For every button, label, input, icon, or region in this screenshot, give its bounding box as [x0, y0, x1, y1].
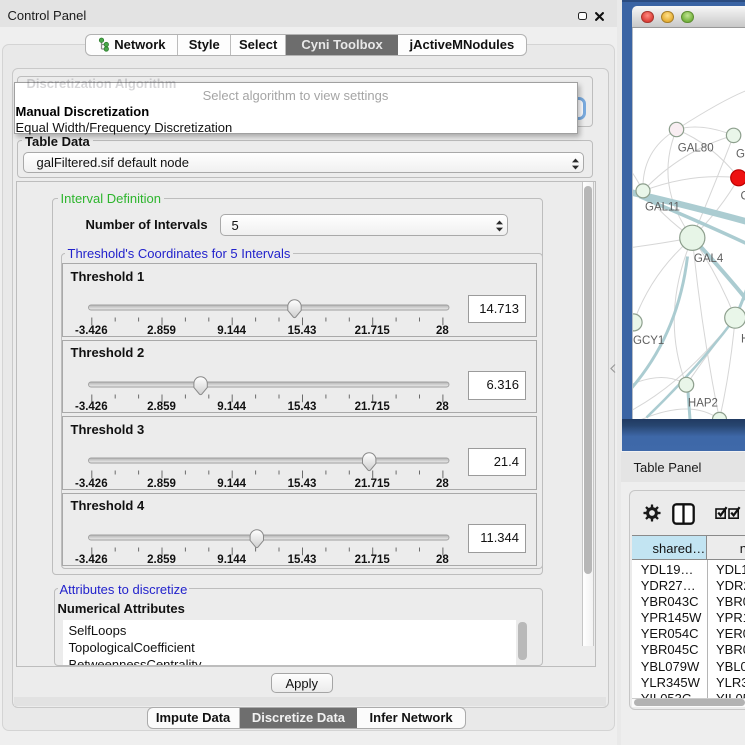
svg-text:GCY1: GCY1 [633, 335, 664, 347]
svg-text:GAL3: GAL3 [736, 148, 745, 160]
svg-text:GAL11: GAL11 [645, 201, 680, 213]
svg-text:HIS4: HIS4 [741, 333, 745, 345]
svg-text:HAP2: HAP2 [687, 397, 717, 409]
svg-text:GAL4: GAL4 [693, 253, 723, 265]
svg-text:CYC: CYC [740, 190, 745, 202]
svg-text:GAL80: GAL80 [677, 142, 713, 154]
